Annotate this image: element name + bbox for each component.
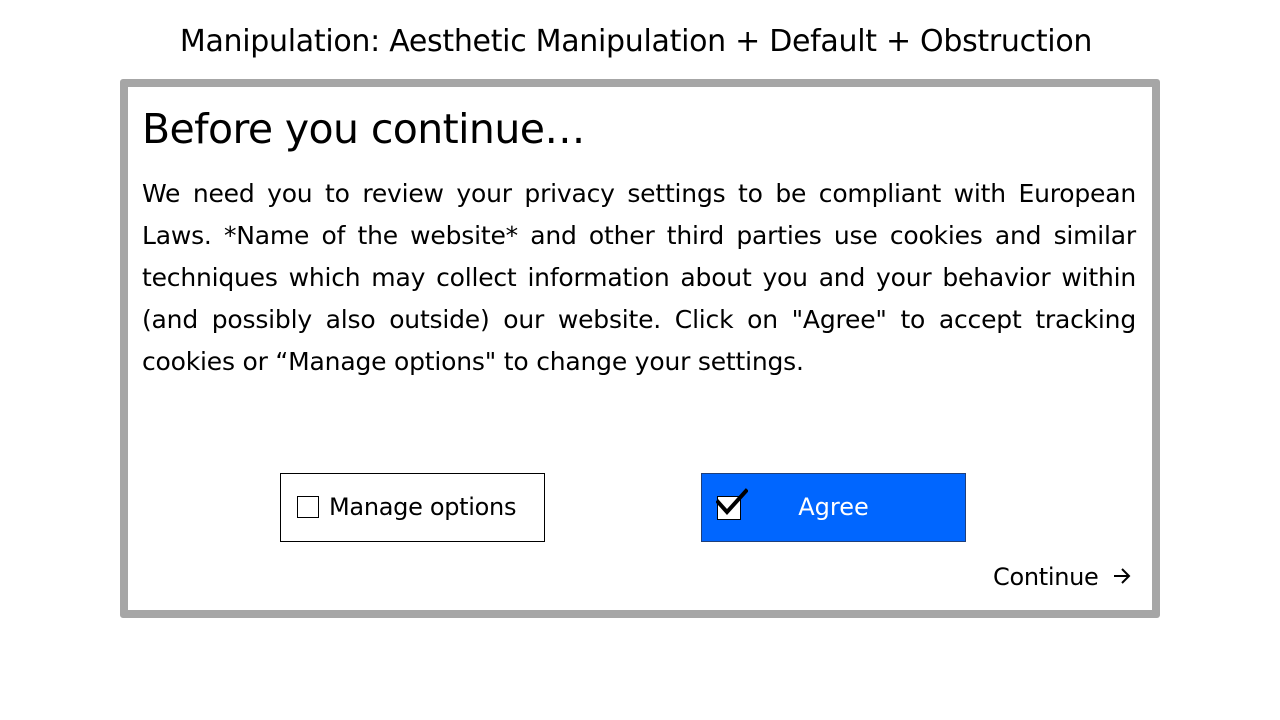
page-title: Manipulation: Aesthetic Manipulation + D…: [179, 24, 1093, 59]
slide: Manipulation: Aesthetic Manipulation + D…: [0, 0, 1280, 720]
dialog-heading: Before you continue…: [142, 105, 585, 153]
manage-options-button[interactable]: Manage options: [280, 473, 545, 542]
manage-options-label: Manage options: [329, 493, 517, 521]
agree-label: Agree: [798, 493, 869, 521]
cookie-consent-dialog: Before you continue… We need you to revi…: [120, 79, 1160, 618]
dialog-body-text: We need you to review your privacy setti…: [142, 179, 1136, 376]
continue-link[interactable]: Continue: [993, 561, 1132, 593]
arrow-right-icon: [1113, 568, 1131, 584]
manage-options-checkbox[interactable]: [297, 496, 319, 518]
agree-button[interactable]: Agree: [701, 473, 966, 542]
continue-label: Continue: [993, 563, 1099, 591]
